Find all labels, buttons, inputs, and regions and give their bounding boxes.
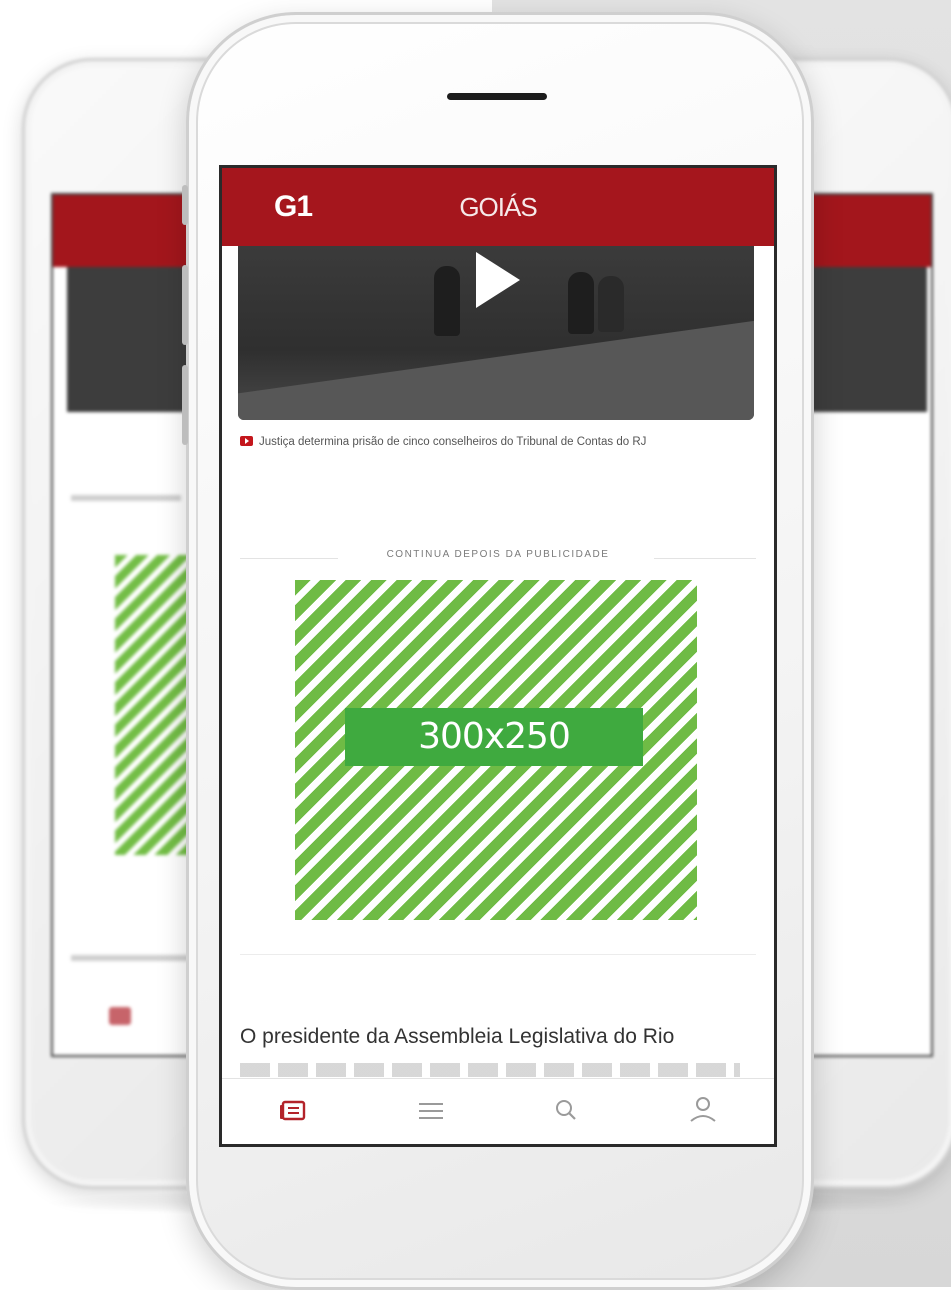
ad-slot[interactable]: 300x250 (295, 580, 697, 920)
search-icon (556, 1100, 576, 1120)
nav-menu-button[interactable] (411, 1091, 451, 1131)
article-second-line-cut (240, 1063, 740, 1077)
video-player[interactable] (238, 246, 754, 420)
content-divider (240, 954, 756, 955)
feed-icon (280, 1100, 306, 1121)
ad-label: CONTINUA DEPOIS DA PUBLICIDADE (386, 549, 610, 560)
video-caption-text: Justiça determina prisão de cinco consel… (259, 436, 647, 448)
app-header: G1 GOIÁS (222, 168, 774, 246)
mute-switch (182, 185, 188, 225)
ad-size-label: 300x250 (345, 708, 643, 766)
volume-down-button (182, 365, 188, 445)
article-first-line: O presidente da Assembleia Legislativa d… (240, 1025, 675, 1048)
user-icon (690, 1097, 716, 1122)
back-feed-icon (109, 1007, 131, 1025)
phone-screen: G1 GOIÁS Justiça determina prisão de cin… (219, 165, 777, 1147)
nav-user-button[interactable] (683, 1091, 723, 1131)
video-frame-person (568, 272, 594, 334)
bottom-navigation (222, 1078, 774, 1144)
video-frame-floor (238, 313, 754, 420)
menu-icon (419, 1103, 443, 1119)
nav-search-button[interactable] (547, 1091, 587, 1131)
nav-feed-button[interactable] (274, 1091, 314, 1131)
video-caption[interactable]: Justiça determina prisão de cinco consel… (240, 434, 740, 451)
play-icon[interactable] (476, 252, 520, 308)
video-frame-person (434, 266, 460, 336)
front-phone: G1 GOIÁS Justiça determina prisão de cin… (182, 12, 814, 1290)
video-frame-person (598, 276, 624, 332)
region-title: GOIÁS (459, 192, 537, 222)
back-text-line (71, 955, 201, 961)
earpiece-speaker (447, 93, 547, 100)
volume-up-button (182, 265, 188, 345)
back-caption-line (71, 495, 181, 501)
video-caption-icon (240, 436, 253, 446)
